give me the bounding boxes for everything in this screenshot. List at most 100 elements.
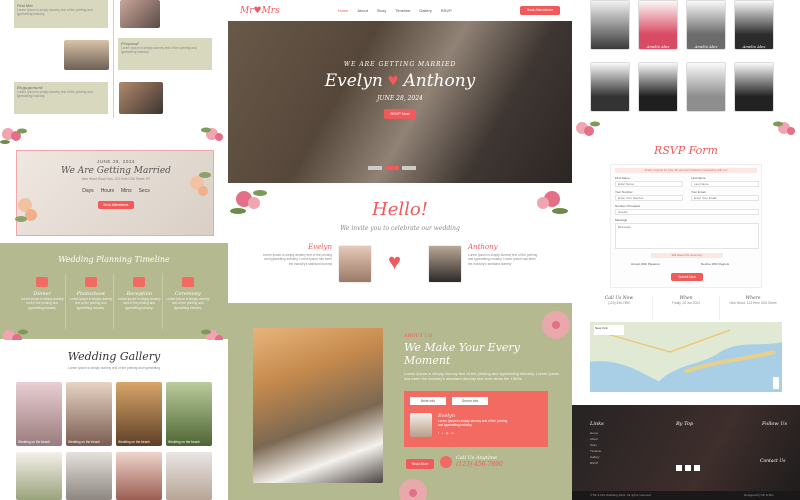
facebook-icon[interactable] xyxy=(676,465,682,471)
linkedin-icon[interactable]: in xyxy=(451,431,453,435)
card-text: Lorem Ipsum is simply dummy text of the … xyxy=(438,419,508,428)
gallery-item[interactable] xyxy=(16,452,62,500)
rsvp-form: Kindly respond by June 28, we look forwa… xyxy=(610,164,762,288)
nav-link-rsvp[interactable]: RSVP xyxy=(441,8,452,13)
party-name: Amelia Alex xyxy=(694,44,718,49)
gallery-item[interactable] xyxy=(16,382,62,446)
instagram-icon[interactable]: ◎ xyxy=(446,431,449,435)
twitter-icon[interactable] xyxy=(685,465,691,471)
slider-dot[interactable] xyxy=(385,166,399,170)
footer-link[interactable]: Home xyxy=(590,431,601,435)
flower-decoration xyxy=(200,124,228,146)
footer-link[interactable]: Timeline xyxy=(590,449,601,453)
story-text: Lorem Ipsum is simply dummy text of the … xyxy=(17,90,93,99)
groom-name: Anthony xyxy=(468,243,498,251)
footer-col-by-top: By Top xyxy=(676,421,694,427)
guests-field[interactable] xyxy=(615,209,759,215)
planning-item-text: Lorem Ipsum is simply dummy text of the … xyxy=(20,297,64,310)
label-first-name: First Name xyxy=(615,176,630,180)
flower-decoration xyxy=(13,191,43,227)
rsvp-title: RSVP Form xyxy=(653,144,718,157)
slider-dot[interactable] xyxy=(368,166,382,170)
countdown-units: Days Hours Mins Secs xyxy=(57,188,175,194)
instagram-icon[interactable] xyxy=(694,465,700,471)
dinner-icon xyxy=(36,277,49,287)
footer-link[interactable]: Gallery xyxy=(590,455,601,459)
footer-link[interactable]: RSVP xyxy=(590,461,601,465)
first-name-field[interactable] xyxy=(615,181,683,187)
accept-checkbox[interactable]: Accept With Pleasure xyxy=(631,262,660,266)
zoom-controls[interactable] xyxy=(773,377,779,389)
story-photo-3 xyxy=(119,82,163,114)
hero-slider-dots xyxy=(368,166,416,170)
slider-dot[interactable] xyxy=(402,166,416,170)
story-photo-2 xyxy=(64,40,109,70)
hero-date: JUNE 28, 2024 xyxy=(377,95,423,102)
nav-link-gallery[interactable]: Gallery xyxy=(419,8,432,13)
party-member xyxy=(590,62,630,112)
decline-checkbox[interactable]: Decline With Regrets xyxy=(701,262,729,266)
footer-link[interactable]: About xyxy=(590,437,601,441)
submit-button[interactable]: Submit Now xyxy=(671,273,703,281)
story-photo-1 xyxy=(120,0,160,28)
contact-value: New Wood, 123 Here USA Street xyxy=(729,301,777,305)
nav-links: Home About Story Timeline Gallery RSVP xyxy=(338,8,452,13)
hero-tagline: WE ARE GETTING MARRIED xyxy=(343,61,457,68)
bride-photo xyxy=(338,245,372,283)
gallery-item[interactable] xyxy=(166,382,212,446)
planning-item: Photoshoot Lorem Ipsum is simply dummy t… xyxy=(69,273,114,329)
gallery-caption: Wedding on the beach xyxy=(18,440,50,444)
nav-link-home[interactable]: Home xyxy=(338,8,349,13)
gallery-item[interactable] xyxy=(66,452,112,500)
hero-bride-name: Evelyn xyxy=(324,70,383,91)
rings-icon xyxy=(181,277,194,287)
nav-link-timeline[interactable]: Timeline xyxy=(395,8,410,13)
gallery-item[interactable] xyxy=(116,452,162,500)
party-name: Amelia Alex xyxy=(742,44,766,49)
gallery-item[interactable] xyxy=(66,382,112,446)
map[interactable]: New York xyxy=(590,322,782,392)
nav-link-story[interactable]: Story xyxy=(377,8,386,13)
story-text: Lorem Ipsum is simply dummy text of the … xyxy=(121,46,197,55)
nav-link-about[interactable]: About xyxy=(357,8,367,13)
story-card-2: Proposal Lorem Ipsum is simply dummy tex… xyxy=(118,38,212,70)
hello-title: Hello! xyxy=(372,199,428,220)
rsvp-now-button[interactable]: RSVP Now xyxy=(384,109,416,119)
contact-item: Where New Wood, 123 Here USA Street xyxy=(720,296,786,320)
gallery-item[interactable] xyxy=(116,382,162,446)
message-field[interactable] xyxy=(615,223,759,249)
last-name-field[interactable] xyxy=(691,181,759,187)
tab-groom-info[interactable]: Groom Info xyxy=(452,397,488,405)
contact-item: Call Us Now (123) 456-7890 xyxy=(586,296,653,320)
twitter-icon[interactable]: t xyxy=(442,431,443,435)
flower-decoration xyxy=(388,471,438,500)
hero-groom-name: Anthony xyxy=(403,70,476,91)
footer-link[interactable]: Story xyxy=(590,443,601,447)
hello-subtitle: We invite you to celebrate our wedding xyxy=(340,225,460,232)
read-more-button[interactable]: Read More xyxy=(406,459,434,469)
story-card-1: First Met Lorem Ipsum is simply dummy te… xyxy=(14,0,108,28)
gallery-item[interactable] xyxy=(166,452,212,500)
planning-item: Reception Lorem Ipsum is simply dummy te… xyxy=(117,273,163,329)
countdown-days: Days xyxy=(82,188,94,195)
flower-decoration xyxy=(183,169,213,205)
party-member xyxy=(638,0,678,50)
email-field[interactable] xyxy=(691,195,759,201)
tab-bride-info[interactable]: Bride Info xyxy=(410,397,446,405)
about-section: ABOUT US We Make Your Every Moment Lorem… xyxy=(228,303,572,500)
countdown-hours: Hours xyxy=(100,188,115,195)
copyright: © Mr & Mrs Wedding 2024, All rights rese… xyxy=(590,493,651,497)
gallery-caption: Wedding on the beach xyxy=(68,440,100,444)
logo[interactable]: Mr♥Mrs xyxy=(240,6,280,16)
contact-item: When Friday, 28 Jun 2024 xyxy=(653,296,720,320)
planning-section: Wedding Planning Timeline Dinner Lorem I… xyxy=(0,243,228,339)
book-attendance-button[interactable]: Book Attendance xyxy=(520,6,560,15)
contact-strip: Call Us Now (123) 456-7890 When Friday, … xyxy=(572,296,800,320)
facebook-icon[interactable]: f xyxy=(438,431,439,435)
rsvp-section: RSVP Form Kindly respond by June 28, we … xyxy=(572,140,800,290)
attend-select[interactable]: Will attend the ceremony xyxy=(651,253,723,258)
party-name: Amelia Alex xyxy=(646,44,670,49)
number-field[interactable] xyxy=(615,195,683,201)
book-attendance-button[interactable]: Book Attendance xyxy=(98,201,134,210)
story-section: First Met Lorem Ipsum is simply dummy te… xyxy=(0,0,228,128)
